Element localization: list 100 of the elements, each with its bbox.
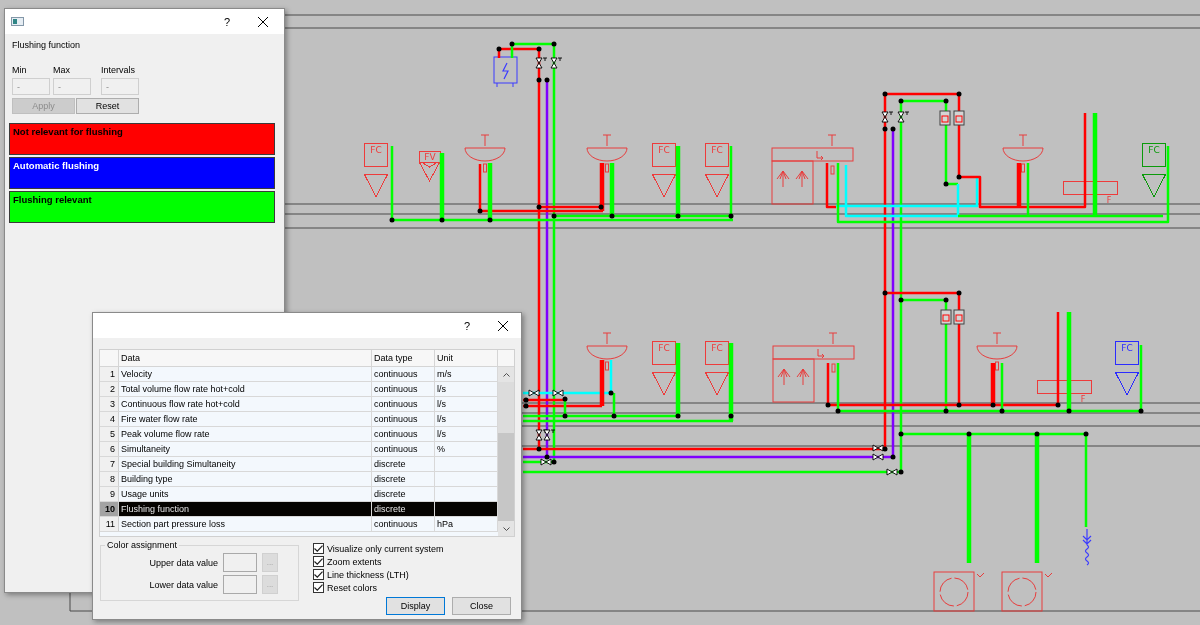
washbasin-symbol [976, 332, 1018, 371]
fixture-label: FC [711, 343, 723, 353]
junction-dot-icon [956, 402, 962, 408]
table-row[interactable]: 5 Peak volume flow rate continuous l/s [100, 427, 498, 442]
table-cell: Total volume flow rate hot+cold [119, 382, 372, 396]
junction-dot-icon [477, 208, 483, 214]
row-number: 11 [100, 517, 119, 531]
junction-dot-icon [562, 396, 568, 402]
junction-dot-icon [389, 217, 395, 223]
group-title: Color assignment [106, 540, 179, 551]
color-value-field[interactable] [223, 575, 257, 594]
washbasin-symbol [586, 134, 628, 173]
table-row[interactable]: 8 Building type discrete [100, 472, 498, 487]
table-row[interactable]: 11 Section part pressure loss continuous hPa [100, 517, 498, 532]
table-cell: continuous [372, 412, 435, 426]
junction-dot-icon [943, 98, 949, 104]
fixture-label: FC [370, 145, 382, 155]
junction-dot-icon [675, 213, 681, 219]
junction-dot-icon [898, 98, 904, 104]
help-button[interactable]: ? [450, 313, 484, 338]
table-row[interactable]: 2 Total volume flow rate hot+cold continuous l/s [100, 382, 498, 397]
fixture-label: F [1106, 196, 1112, 205]
legend-entry: Flushing relevant [9, 191, 275, 223]
table-row[interactable]: 10 Flushing function discrete [100, 502, 498, 517]
valve-icon [550, 57, 563, 69]
table-row[interactable]: 4 Fire water flow rate continuous l/s [100, 412, 498, 427]
table-row[interactable]: 1 Velocity continuous m/s [100, 367, 498, 382]
fixture-label: FV [424, 152, 436, 162]
table-cell: Simultaneity [119, 442, 372, 456]
junction-dot-icon [496, 46, 502, 52]
junction-dot-icon [966, 431, 972, 437]
table-cell: discrete [372, 487, 435, 501]
checkbox-label[interactable]: Line thickness (LTH) [327, 569, 409, 580]
column-header[interactable]: Data [119, 350, 372, 366]
junction-dot-icon [562, 413, 568, 419]
junction-dot-icon [825, 402, 831, 408]
junction-dot-icon [551, 213, 557, 219]
checkbox-label[interactable]: Zoom extents [327, 556, 382, 567]
scrollbar[interactable] [498, 367, 514, 536]
table-row[interactable]: 9 Usage units discrete [100, 487, 498, 502]
checkbox[interactable] [313, 582, 324, 593]
junction-dot-icon [536, 446, 542, 452]
junction-dot-icon [536, 204, 542, 210]
help-button[interactable]: ? [210, 9, 244, 34]
junction-dot-icon [728, 413, 734, 419]
column-header[interactable]: Unit [435, 350, 498, 366]
table-row[interactable]: 3 Continuous flow rate hot+cold continuous l/s [100, 397, 498, 412]
valve-icon [535, 429, 548, 441]
junction-dot-icon [890, 454, 896, 460]
junction-dot-icon [611, 413, 617, 419]
junction-dot-icon [439, 217, 445, 223]
table-row[interactable]: 7 Special building Simultaneity discrete [100, 457, 498, 472]
scrollbar-thumb[interactable] [498, 382, 514, 433]
junction-dot-icon [509, 41, 515, 47]
table-cell: Flushing function [119, 502, 372, 516]
row-number: 3 [100, 397, 119, 411]
washbasin-symbol [464, 134, 506, 173]
checkbox-label[interactable]: Visualize only current system [327, 543, 444, 554]
junction-dot-icon [956, 91, 962, 97]
junction-dot-icon [882, 91, 888, 97]
color-value-field[interactable] [223, 553, 257, 572]
valve-icon [535, 57, 548, 69]
close-button[interactable]: Close [452, 597, 511, 615]
checkbox[interactable] [313, 543, 324, 554]
field-label: Min [12, 64, 27, 76]
table-cell: Usage units [119, 487, 372, 501]
table-row[interactable]: 6 Simultaneity continuous % [100, 442, 498, 457]
close-icon [498, 320, 508, 331]
junction-dot-icon [956, 174, 962, 180]
junction-dot-icon [882, 126, 888, 132]
table-cell: Velocity [119, 367, 372, 381]
junction-dot-icon [943, 408, 949, 414]
row-number: 10 [100, 502, 119, 516]
checkbox[interactable] [313, 556, 324, 567]
outlet-icon [1082, 528, 1092, 566]
checkbox[interactable] [313, 569, 324, 580]
fixture-label: FC [711, 145, 723, 155]
junction-dot-icon [608, 390, 614, 396]
junction-dot-icon [835, 408, 841, 414]
junction-dot-icon [1138, 408, 1144, 414]
panel-heading: Flushing function [12, 39, 81, 51]
junction-dot-icon [1083, 431, 1089, 437]
display-button[interactable]: Display [386, 597, 445, 615]
column-header[interactable]: Data type [372, 350, 435, 366]
junction-dot-icon [990, 402, 996, 408]
table-cell: Building type [119, 472, 372, 486]
row-number: 9 [100, 487, 119, 501]
reset-button[interactable]: Reset [76, 98, 139, 114]
junction-dot-icon [943, 297, 949, 303]
caret-up-icon [502, 372, 510, 377]
junction-dot-icon [1055, 402, 1061, 408]
junction-dot-icon [551, 41, 557, 47]
table-cell: Special building Simultaneity [119, 457, 372, 471]
table-cell: discrete [372, 457, 435, 471]
table-cell: discrete [372, 502, 435, 516]
checkbox-label[interactable]: Reset colors [327, 582, 378, 593]
washbasin-symbol [586, 332, 628, 371]
table-cell: discrete [372, 472, 435, 486]
floor-drain-symbol [1001, 571, 1053, 612]
meter-icon [939, 110, 951, 126]
